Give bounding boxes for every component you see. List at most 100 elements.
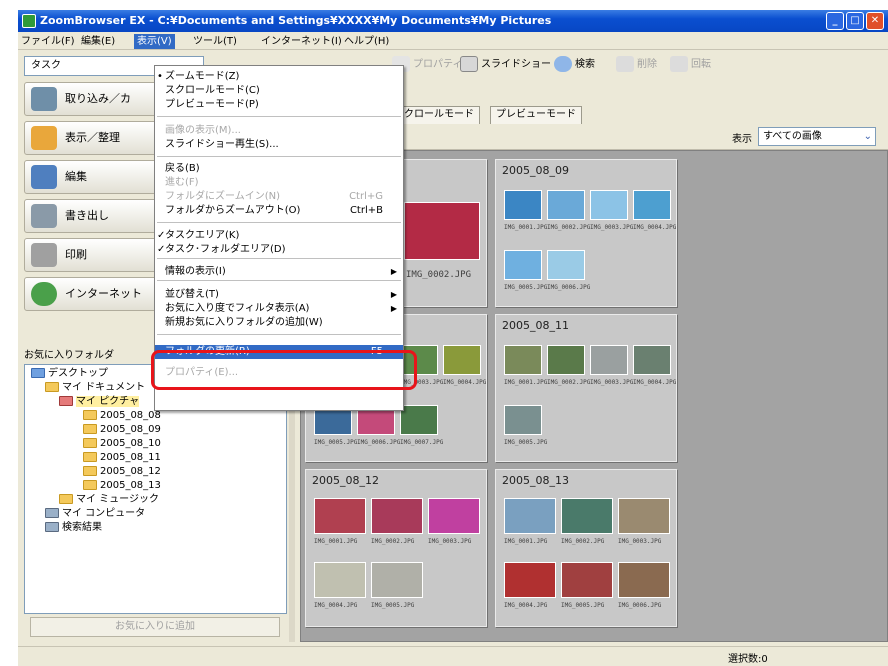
tree-item-2005-08-09[interactable]: 2005_08_09 [83, 423, 161, 437]
photo-thumbnail[interactable] [371, 562, 423, 598]
tree-item-desktop[interactable]: デスクトップ [31, 367, 108, 381]
view-menu-item[interactable]: • ズームモード(Z) [155, 70, 403, 84]
photo-caption: IMG_0004.JPG [314, 602, 358, 609]
tree-item-2005-08-12[interactable]: 2005_08_12 [83, 465, 161, 479]
menu-view[interactable]: 表示(V) [134, 34, 175, 49]
menu-file[interactable]: ファイル(F) [18, 34, 78, 49]
edit-icon [31, 165, 57, 189]
folder-card[interactable]: 2005_08_12 IMG_0001.JPG IMG_0002.JPG IMG_00… [305, 469, 487, 627]
rotate-label: 回転 [691, 59, 711, 70]
photo-thumbnail[interactable] [504, 405, 542, 435]
tree-item-2005-08-08[interactable]: 2005_08_08 [83, 409, 161, 423]
photo-thumbnail[interactable] [561, 498, 613, 534]
maximize-icon[interactable]: □ [846, 12, 864, 30]
tree-item-my-documents[interactable]: マイ ドキュメント [45, 381, 145, 395]
photo-thumbnail[interactable] [371, 498, 423, 534]
tree-item-2005-08-13[interactable]: 2005_08_13 [83, 479, 161, 493]
view-menu-item[interactable]: プレビューモード(P) [155, 98, 403, 112]
tab-preview-mode[interactable]: プレビューモード [490, 106, 582, 124]
menu-item-label: お気に入り度でフィルタ表示(A) [165, 303, 310, 314]
photo-thumbnail[interactable] [547, 190, 585, 220]
view-menu-item[interactable]: 戻る(B) [155, 162, 403, 176]
photo-caption: IMG_0001.JPG [504, 379, 548, 386]
view-filter-value: すべての画像 [763, 131, 822, 142]
photo-thumbnail[interactable] [590, 190, 628, 220]
photo-caption: IMG_0001.JPG [504, 538, 548, 545]
view-menu-item[interactable]: スクロールモード(C) [155, 84, 403, 98]
tree-item-my-pictures[interactable]: マイ ピクチャ [59, 395, 140, 409]
menu-item-label: 並び替え(T) [165, 289, 219, 300]
tree-item-search-results[interactable]: 検索結果 [45, 521, 102, 535]
menu-item-label: 画像の表示(M)... [165, 125, 241, 136]
photo-thumbnail[interactable] [504, 345, 542, 375]
photo-thumbnail[interactable] [443, 345, 481, 375]
folder-icon [83, 438, 97, 448]
photo-caption: IMG_0004.JPG [633, 224, 677, 231]
photo-thumbnail[interactable] [618, 498, 670, 534]
folder-card-title: 2005_08_09 [502, 164, 569, 177]
menu-separator [157, 222, 401, 223]
menu-tools[interactable]: ツール(T) [190, 34, 240, 49]
folder-card[interactable]: 2005_08_11 IMG_0001.JPG IMG_0002.JPG IMG_00… [495, 314, 677, 462]
photo-thumbnail[interactable] [504, 190, 542, 220]
view-menu-item[interactable]: ✓ タスクエリア(K) [155, 229, 403, 243]
search-button[interactable]: 検索 [554, 55, 595, 75]
view-menu-item[interactable]: お気に入り度でフィルタ表示(A) ▶ [155, 302, 403, 316]
view-menu-item[interactable]: フォルダにズームイン(N) Ctrl+G [155, 190, 403, 204]
menu-edit[interactable]: 編集(E) [78, 34, 118, 49]
photo-caption: IMG_0002.JPG [406, 270, 472, 280]
photo-thumbnail[interactable] [633, 190, 671, 220]
trash-icon [616, 56, 634, 72]
printer-icon [31, 243, 57, 267]
photo-thumbnail[interactable] [547, 250, 585, 280]
view-menu-item[interactable]: フォルダからズームアウト(O) Ctrl+B [155, 204, 403, 218]
photo-thumbnail[interactable] [547, 345, 585, 375]
view-menu-item[interactable]: 画像の表示(M)... [155, 124, 403, 138]
view-menu-item[interactable]: スライドショー再生(S)... [155, 138, 403, 152]
menu-internet[interactable]: インターネット(I) [258, 34, 345, 49]
minimize-icon[interactable]: _ [826, 12, 844, 30]
photo-thumbnail[interactable] [404, 202, 480, 260]
photo-thumbnail[interactable] [504, 498, 556, 534]
tree-item-my-computer[interactable]: マイ コンピュータ [45, 507, 145, 521]
view-menu-item[interactable]: 並び替え(T) ▶ [155, 288, 403, 302]
folder-card[interactable]: 2005_08_09 IMG_0001.JPG IMG_0002.JPG IMG_00… [495, 159, 677, 307]
view-menu-item[interactable]: 情報の表示(I) ▶ [155, 265, 403, 279]
photo-thumbnail[interactable] [428, 498, 480, 534]
menu-item-label: プレビューモード(P) [165, 99, 259, 110]
photo-thumbnail[interactable] [590, 345, 628, 375]
tree-item-2005-08-11[interactable]: 2005_08_11 [83, 451, 161, 465]
photo-thumbnail[interactable] [314, 498, 366, 534]
folder-card[interactable]: 2005_08_13 IMG_0001.JPG IMG_0002.JPG IMG_00… [495, 469, 677, 627]
search-results-icon [45, 522, 59, 532]
photo-thumbnail[interactable] [561, 562, 613, 598]
photo-thumbnail[interactable] [618, 562, 670, 598]
photo-caption: IMG_0005.JPG [371, 602, 415, 609]
photo-caption: IMG_0005.JPG [504, 439, 548, 446]
tree-item-my-music[interactable]: マイ ミュージック [59, 493, 159, 507]
view-menu-item[interactable]: 進む(F) [155, 176, 403, 190]
add-favorite-button[interactable]: お気に入りに追加 [30, 617, 280, 637]
photo-caption: IMG_0004.JPG [504, 602, 548, 609]
menu-separator [157, 258, 401, 259]
menu-help[interactable]: ヘルプ(H) [341, 34, 392, 49]
slideshow-button[interactable]: スライドショー [460, 55, 551, 75]
view-menu-item[interactable]: 新規お気に入りフォルダの追加(W) [155, 316, 403, 330]
title-bar: ZoomBrowser EX - C:¥Documents and Settin… [18, 10, 888, 32]
folder-icon [83, 480, 97, 490]
view-menu-item[interactable]: ✓ タスク･フォルダエリア(D) [155, 243, 403, 257]
delete-button[interactable]: 削除 [616, 55, 657, 75]
rotate-button[interactable]: 回転 [670, 55, 711, 75]
photo-thumbnail[interactable] [314, 562, 366, 598]
close-icon[interactable]: ✕ [866, 12, 884, 30]
tree-item-2005-08-10[interactable]: 2005_08_10 [83, 437, 161, 451]
folder-card-title: 2005_08_13 [502, 474, 569, 487]
view-filter-select[interactable]: すべての画像 ⌄ [758, 127, 876, 146]
photo-thumbnail[interactable] [504, 562, 556, 598]
photo-thumbnail[interactable] [400, 405, 438, 435]
photo-thumbnail[interactable] [633, 345, 671, 375]
view-filter-label: 表示 [732, 134, 752, 145]
folder-icon [83, 452, 97, 462]
photo-thumbnail[interactable] [504, 250, 542, 280]
task-label: インターネット [65, 287, 142, 300]
